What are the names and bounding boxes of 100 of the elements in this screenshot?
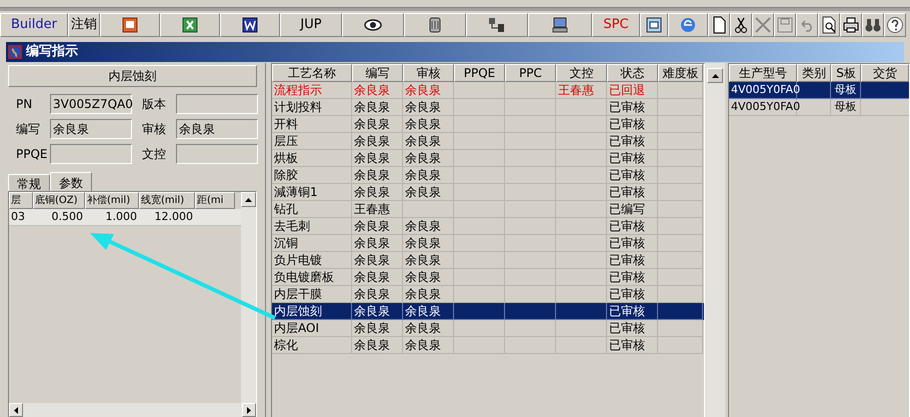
table-cell: 棕化 xyxy=(272,337,352,354)
column-header: 线宽(mil) xyxy=(139,192,195,209)
table-row[interactable]: 层压 余良泉 余良泉 已审核 xyxy=(272,133,704,150)
table-cell: 已审核 xyxy=(607,337,658,354)
table-cell: 余良泉 xyxy=(352,116,403,133)
text-field[interactable]: 余良泉 xyxy=(50,119,132,139)
field-label: 文控 xyxy=(142,146,167,163)
panel-heading: 内层蚀刻 xyxy=(8,65,257,87)
table-row[interactable]: 沉铜 余良泉 余良泉 已审核 xyxy=(272,235,704,252)
table-row[interactable]: 棕化 余良泉 余良泉 已审核 xyxy=(272,337,704,354)
column-header: 底铜(OZ) xyxy=(33,192,85,209)
table-cell: 已审核 xyxy=(607,99,658,116)
column-header: 状态 xyxy=(607,64,658,82)
table-cell: 已审核 xyxy=(607,235,658,252)
table-row[interactable]: 负电镀磨板 余良泉 余良泉 已审核 xyxy=(272,269,704,286)
table-cell: 余良泉 xyxy=(403,269,454,286)
table-cell: 王春惠 xyxy=(556,82,607,99)
column-header: 类别 xyxy=(797,64,831,82)
field-label: 版本 xyxy=(142,96,167,113)
column-header: 交货 xyxy=(861,64,909,82)
table-cell: 内层蚀刻 xyxy=(272,303,352,320)
field-label: PPQE xyxy=(16,146,48,163)
table-row[interactable]: 烘板 余良泉 余良泉 已审核 xyxy=(272,150,704,167)
table-cell: 母板 xyxy=(831,99,861,116)
table-row[interactable]: 内层蚀刻 余良泉 余良泉 已审核 xyxy=(272,303,704,320)
table-cell: 已审核 xyxy=(607,320,658,337)
column-header: 层 xyxy=(9,192,33,209)
table-cell: 已回退 xyxy=(607,82,658,99)
table-cell: 烘板 xyxy=(272,150,352,167)
tab[interactable]: 参数 xyxy=(50,172,92,192)
column-header: 工艺名称 xyxy=(272,64,352,82)
table-cell: 除胶 xyxy=(272,167,352,184)
table-cell: 余良泉 xyxy=(352,99,403,116)
table-cell: 已审核 xyxy=(607,133,658,150)
table-cell: 已编写 xyxy=(607,201,658,218)
table-cell: 減薄铜1 xyxy=(272,184,352,201)
column-header: S板 xyxy=(831,64,861,82)
table-cell: 余良泉 xyxy=(352,218,403,235)
table-cell: 4V005Y0FA0 xyxy=(729,82,797,99)
table-cell: 已审核 xyxy=(607,150,658,167)
table-row[interactable]: 除胶 余良泉 余良泉 已审核 xyxy=(272,167,704,184)
table-cell: 王春惠 xyxy=(352,201,403,218)
table-cell: 余良泉 xyxy=(352,82,403,99)
table-cell: 负片电镀 xyxy=(272,252,352,269)
table-cell: 余良泉 xyxy=(403,167,454,184)
table-cell: 余良泉 xyxy=(352,167,403,184)
table-cell-text: 03 xyxy=(10,209,26,225)
table-cell-text: 12.000 xyxy=(154,209,194,225)
toolbar-button[interactable]: 注销 xyxy=(68,12,100,36)
table-row[interactable]: 4V005Y0FA0 母板 xyxy=(729,99,909,116)
column-header: PPC xyxy=(505,64,556,82)
table-cell: 沉铜 xyxy=(272,235,352,252)
table-cell: 余良泉 xyxy=(352,269,403,286)
table-cell: 层压 xyxy=(272,133,352,150)
builder-button[interactable]: Builder xyxy=(0,12,68,36)
table-cell: 余良泉 xyxy=(403,150,454,167)
column-header: 距(mi xyxy=(195,192,235,209)
tab[interactable]: 常规 xyxy=(8,174,50,191)
table-cell: 余良泉 xyxy=(403,303,454,320)
column-header: 审核 xyxy=(403,64,454,82)
toolbar-button[interactable]: JUP xyxy=(280,12,342,36)
column-header: 生产型号 xyxy=(729,64,797,82)
table-cell: 余良泉 xyxy=(352,184,403,201)
table-cell: 母板 xyxy=(831,82,861,99)
table-cell: 余良泉 xyxy=(403,82,454,99)
table-cell: 已审核 xyxy=(607,218,658,235)
table-cell: 余良泉 xyxy=(403,235,454,252)
table-cell: 计划投料 xyxy=(272,99,352,116)
table-row[interactable]: 负片电镀 余良泉 余良泉 已审核 xyxy=(272,252,704,269)
field-label: 编写 xyxy=(16,121,41,138)
table-cell: 已审核 xyxy=(607,303,658,320)
table-row[interactable]: 内层AOI 余良泉 余良泉 已审核 xyxy=(272,320,704,337)
table-row[interactable]: 计划投料 余良泉 余良泉 已审核 xyxy=(272,99,704,116)
field-label: PN xyxy=(16,96,34,113)
table-row[interactable]: 4V005Y0FA0 母板 xyxy=(729,82,909,99)
table-cell: 余良泉 xyxy=(352,252,403,269)
table-row[interactable]: 钻孔 王春惠 已编写 xyxy=(272,201,704,218)
table-cell: 余良泉 xyxy=(352,133,403,150)
table-cell: 4V005Y0FA0 xyxy=(729,99,797,116)
table-cell: 余良泉 xyxy=(403,116,454,133)
table-cell: 去毛刺 xyxy=(272,218,352,235)
table-cell: 负电镀磨板 xyxy=(272,269,352,286)
table-cell: 已审核 xyxy=(607,167,658,184)
window-title: 编写指示 xyxy=(26,42,78,62)
column-header: 文控 xyxy=(556,64,607,82)
table-cell: 余良泉 xyxy=(403,252,454,269)
table-cell: 流程指示 xyxy=(272,82,352,99)
table-row[interactable]: 減薄铜1 余良泉 余良泉 已审核 xyxy=(272,184,704,201)
table-cell: 余良泉 xyxy=(403,337,454,354)
text-field[interactable]: 3V005Z7QA0 xyxy=(50,94,132,114)
table-cell: 余良泉 xyxy=(403,218,454,235)
table-cell: 余良泉 xyxy=(352,303,403,320)
table-cell: 开料 xyxy=(272,116,352,133)
table-cell: 余良泉 xyxy=(352,150,403,167)
table-cell: 余良泉 xyxy=(403,133,454,150)
table-row[interactable]: 去毛刺 余良泉 余良泉 已审核 xyxy=(272,218,704,235)
table-cell-text: 0.500 xyxy=(50,209,84,225)
table-cell: 内层AOI xyxy=(272,320,352,337)
text-field[interactable]: 余良泉 xyxy=(176,119,258,139)
table-row[interactable]: 开料 余良泉 余良泉 已审核 xyxy=(272,116,704,133)
